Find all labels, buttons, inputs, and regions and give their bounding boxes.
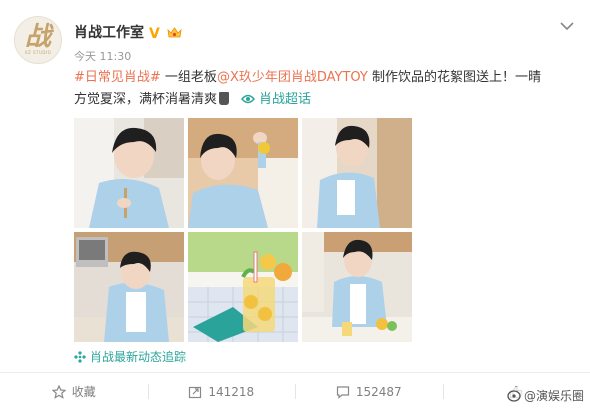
avatar[interactable]: 战 XZ STUDIO: [14, 16, 62, 64]
text-segment: 制作饮品的花絮图送上！一晴: [367, 70, 541, 85]
trend-link[interactable]: 肖战最新动态追踪: [90, 348, 186, 365]
watermark-logo-icon: [507, 389, 521, 402]
favorite-label: 收藏: [71, 385, 96, 399]
chevron-down-icon[interactable]: [560, 16, 574, 31]
post-time[interactable]: 今天 11:30: [74, 48, 131, 64]
vip-crown-icon[interactable]: [166, 25, 183, 40]
star-icon: [51, 384, 66, 399]
user-name[interactable]: 肖战工作室: [74, 22, 144, 42]
photo-3[interactable]: [302, 118, 412, 228]
hashtag-link[interactable]: #日常见肖战#: [74, 70, 161, 85]
watermark-text: @演娱乐圈: [523, 389, 584, 403]
svg-text:V: V: [149, 26, 160, 40]
avatar-logo: 战: [24, 22, 51, 52]
author-row: 肖战工作室 V: [74, 22, 183, 42]
text-segment: 方觉夏深，满杯消暑清爽: [74, 92, 218, 107]
repost-button[interactable]: 141218: [147, 373, 296, 410]
comment-count: 152487: [355, 384, 402, 399]
post-text: #日常见肖战# 一组老板@X玖少年团肖战DAYTOY 制作饮品的花絮图送上！一晴…: [74, 67, 574, 111]
text-segment: 一组老板: [160, 70, 217, 85]
repost-icon: [189, 386, 202, 398]
favorite-button[interactable]: 收藏: [0, 373, 148, 410]
post-meta: 今天 11:30: [74, 48, 131, 64]
photo-4[interactable]: [74, 232, 184, 342]
photo-2[interactable]: [188, 118, 298, 228]
super-topic-icon: [241, 94, 256, 104]
mention-link[interactable]: @X玖少年团肖战DAYTOY: [217, 70, 368, 85]
comment-icon: [336, 385, 349, 399]
action-bar: 收藏 141218 152487: [0, 373, 590, 410]
photo-grid: [74, 118, 412, 342]
sparkle-icon: [74, 350, 86, 363]
avatar-subtext: XZ STUDIO: [24, 50, 52, 55]
repost-count: 141218: [208, 384, 255, 399]
watermark: @演娱乐圈: [506, 387, 584, 404]
trend-link-row[interactable]: 肖战最新动态追踪: [74, 348, 186, 365]
photo-6[interactable]: [302, 232, 412, 342]
comment-button[interactable]: 152487: [295, 373, 443, 410]
verified-badge-icon: V: [148, 24, 163, 40]
photo-5[interactable]: [188, 232, 298, 342]
super-topic-link[interactable]: 肖战超话: [259, 92, 311, 107]
photo-1[interactable]: [74, 118, 184, 228]
drink-cup-icon: [219, 92, 230, 105]
